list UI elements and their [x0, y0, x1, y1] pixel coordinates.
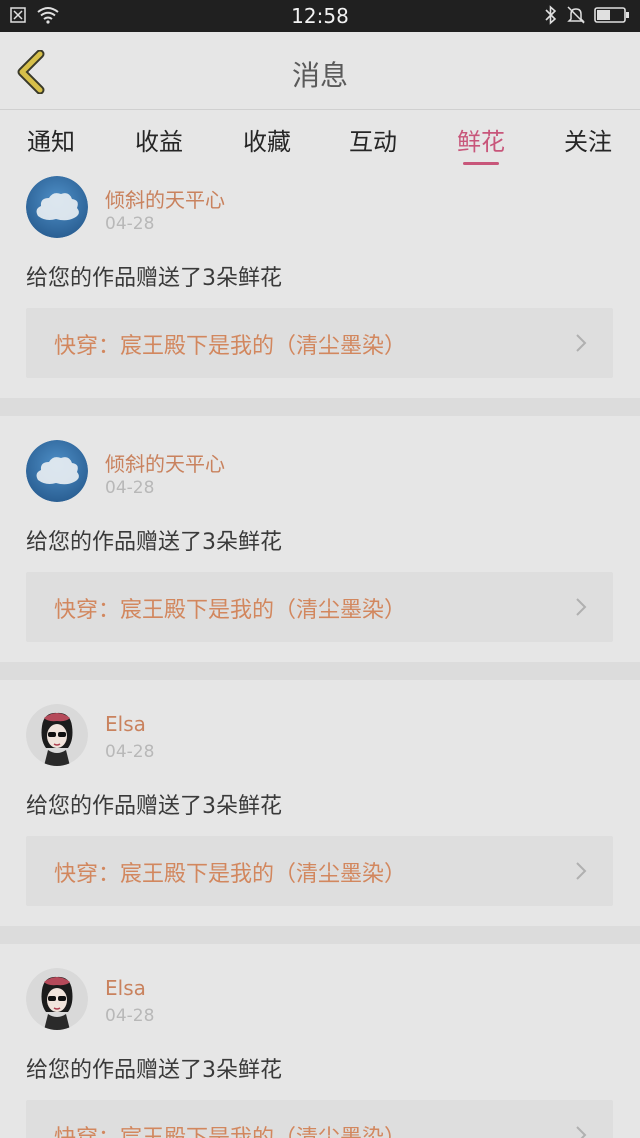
tab-flowers[interactable]: 鲜花	[441, 122, 521, 162]
active-tab-indicator	[463, 162, 499, 165]
page-title: 消息	[291, 59, 348, 92]
girl-avatar-icon	[26, 704, 88, 766]
screen: 12:58 消息 通知 收益 收藏 互动 鲜花 关注 倾斜的天平心 04-28 …	[0, 0, 640, 1138]
sender-name[interactable]: 倾斜的天平心	[105, 448, 225, 477]
status-bar: 12:58	[0, 0, 640, 32]
item-date: 04-28	[105, 742, 155, 762]
bell-muted-icon	[566, 5, 586, 29]
sender-name[interactable]: Elsa	[105, 976, 146, 1000]
tab-favorites[interactable]: 收藏	[227, 122, 307, 162]
tab-interactions[interactable]: 互动	[333, 122, 413, 162]
chevron-right-icon	[573, 332, 589, 354]
feed-item: Elsa 04-28 给您的作品赠送了3朵鲜花 快穿：宸王殿下是我的（清尘墨染）	[0, 700, 640, 926]
work-title: 快穿：宸王殿下是我的（清尘墨染）	[54, 598, 407, 623]
bluetooth-icon	[544, 5, 558, 29]
work-link[interactable]: 快穿：宸王殿下是我的（清尘墨染）	[26, 572, 613, 642]
work-title: 快穿：宸王殿下是我的（清尘墨染）	[54, 862, 407, 887]
battery-icon	[594, 6, 630, 28]
feed-item: 倾斜的天平心 04-28 给您的作品赠送了3朵鲜花 快穿：宸王殿下是我的（清尘墨…	[0, 172, 640, 398]
chevron-right-icon	[573, 1124, 589, 1138]
tab-bar: 通知 收益 收藏 互动 鲜花 关注	[0, 110, 640, 172]
sender-name[interactable]: Elsa	[105, 712, 146, 736]
status-bar-right	[544, 5, 630, 29]
cloud-avatar-icon	[26, 176, 88, 238]
work-title: 快穿：宸王殿下是我的（清尘墨染）	[54, 334, 407, 359]
work-link[interactable]: 快穿：宸王殿下是我的（清尘墨染）	[26, 1100, 613, 1138]
item-message: 给您的作品赠送了3朵鲜花	[26, 794, 282, 819]
avatar[interactable]	[26, 704, 88, 766]
item-date: 04-28	[105, 478, 155, 498]
avatar[interactable]	[26, 968, 88, 1030]
girl-avatar-icon	[26, 968, 88, 1030]
item-message: 给您的作品赠送了3朵鲜花	[26, 266, 282, 291]
chevron-right-icon	[573, 596, 589, 618]
item-message: 给您的作品赠送了3朵鲜花	[26, 1058, 282, 1083]
work-link[interactable]: 快穿：宸王殿下是我的（清尘墨染）	[26, 836, 613, 906]
tab-follows[interactable]: 关注	[548, 122, 628, 162]
tab-notifications[interactable]: 通知	[11, 122, 91, 162]
feed-item: 倾斜的天平心 04-28 给您的作品赠送了3朵鲜花 快穿：宸王殿下是我的（清尘墨…	[0, 436, 640, 662]
item-date: 04-28	[105, 214, 155, 234]
avatar[interactable]	[26, 176, 88, 238]
feed-item: Elsa 04-28 给您的作品赠送了3朵鲜花 快穿：宸王殿下是我的（清尘墨染）	[0, 964, 640, 1138]
chevron-right-icon	[573, 860, 589, 882]
sender-name[interactable]: 倾斜的天平心	[105, 184, 225, 213]
item-divider	[0, 926, 640, 944]
work-link[interactable]: 快穿：宸王殿下是我的（清尘墨染）	[26, 308, 613, 378]
item-divider	[0, 662, 640, 680]
avatar[interactable]	[26, 440, 88, 502]
work-title: 快穿：宸王殿下是我的（清尘墨染）	[54, 1120, 406, 1138]
item-message: 给您的作品赠送了3朵鲜花	[26, 530, 282, 555]
cloud-avatar-icon	[26, 440, 88, 502]
item-date: 04-28	[105, 1006, 155, 1026]
item-divider	[0, 398, 640, 416]
tab-earnings[interactable]: 收益	[119, 122, 199, 162]
app-header: 消息	[0, 32, 640, 110]
